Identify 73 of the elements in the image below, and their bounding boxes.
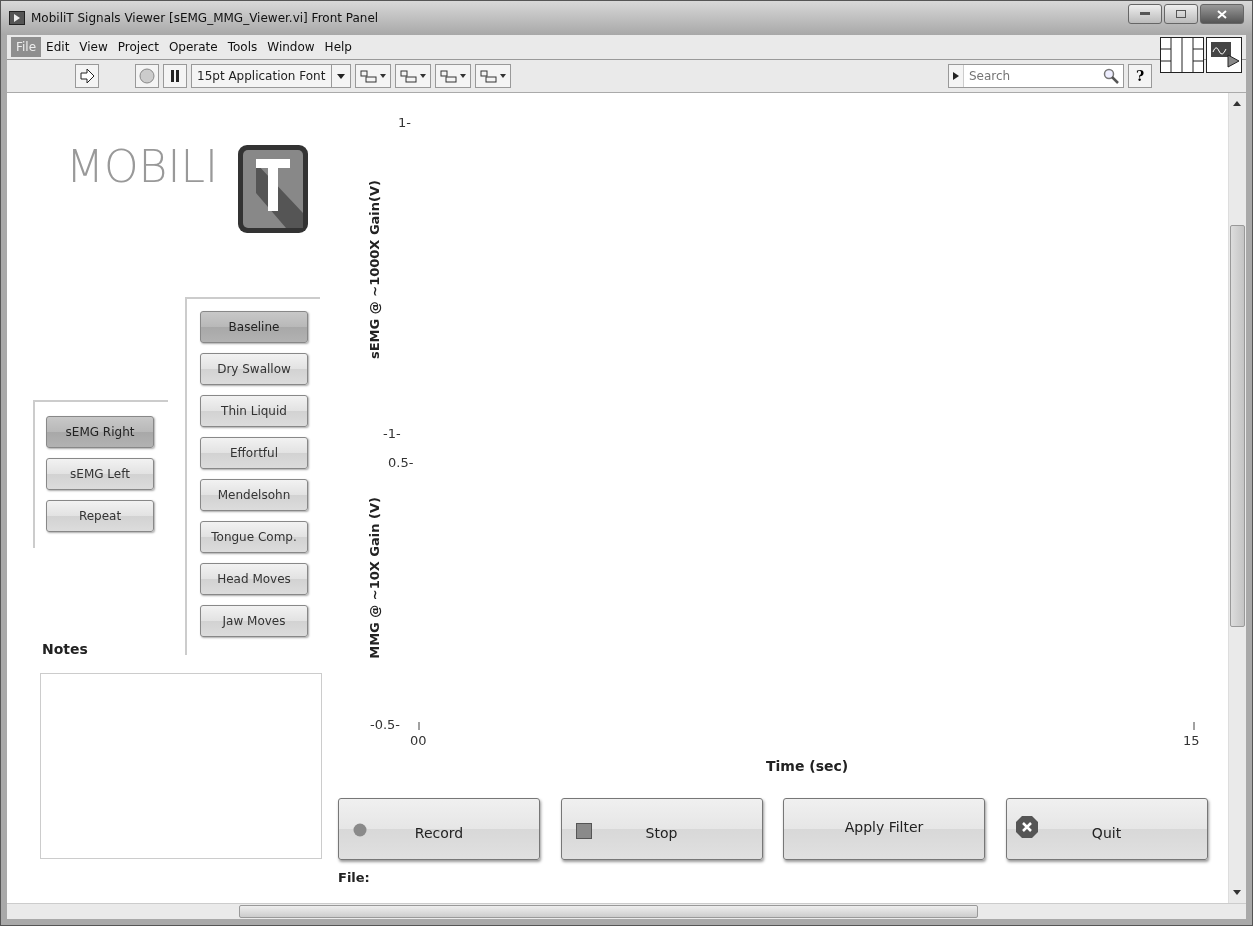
quit-button[interactable]: Quit xyxy=(1005,798,1208,860)
menu-item[interactable]: Operate xyxy=(163,37,223,57)
tick-label: -1- xyxy=(383,426,401,441)
search-field[interactable]: Search xyxy=(948,64,1124,88)
caret-icon xyxy=(337,73,346,79)
axis-label: Time (sec) xyxy=(766,758,849,774)
tick-label: 00 xyxy=(410,733,427,748)
task-button[interactable]: Jaw Moves xyxy=(200,605,308,637)
action-button[interactable]: Apply Filter xyxy=(783,798,985,860)
app-icon xyxy=(9,11,25,25)
record-icon xyxy=(353,823,367,837)
font-dropdown[interactable]: 15pt Application Font xyxy=(191,64,352,88)
tick-mark xyxy=(418,722,422,730)
notes-field[interactable] xyxy=(40,673,322,859)
toolbar-icon xyxy=(398,68,429,84)
reorder-button[interactable] xyxy=(475,64,512,88)
close-icon xyxy=(1014,815,1039,839)
tick-label: 1- xyxy=(398,115,411,130)
file-label: File: xyxy=(338,870,370,885)
tick-label: 15 xyxy=(1183,733,1200,748)
vi-icon[interactable] xyxy=(1206,37,1242,73)
task-button[interactable]: Baseline xyxy=(200,311,308,343)
channel-button[interactable]: sEMG Right xyxy=(46,416,154,448)
logo-icon xyxy=(236,143,310,235)
action-button[interactable]: Record xyxy=(338,798,540,860)
axis-label: MMG @ ~10X Gain (V) xyxy=(367,497,383,659)
scroll-up-icon[interactable] xyxy=(1233,101,1241,106)
menu-item[interactable]: View xyxy=(74,37,113,57)
arrow-icon xyxy=(79,68,95,84)
task-button[interactable]: Mendelsohn xyxy=(200,479,308,511)
menu-item[interactable]: Window xyxy=(262,37,320,57)
circle-icon xyxy=(139,68,155,84)
maximize-button[interactable] xyxy=(1164,4,1198,24)
scroll-down-icon[interactable] xyxy=(1233,890,1241,895)
logo-text: MOBILI xyxy=(66,141,218,192)
menu-item[interactable]: Edit xyxy=(41,37,75,57)
minimize-button[interactable] xyxy=(1128,4,1162,24)
tick-label: -0.5- xyxy=(370,717,401,732)
task-button[interactable]: Thin Liquid xyxy=(200,395,308,427)
menu-item[interactable]: Tools xyxy=(222,37,263,57)
help-button[interactable]: ? xyxy=(1128,64,1152,88)
close-icon xyxy=(1217,9,1227,19)
task-button[interactable]: Tongue Comp. xyxy=(200,521,308,553)
channel-button[interactable]: sEMG Left xyxy=(46,458,154,490)
toolbar-icon xyxy=(358,68,389,84)
stop-icon xyxy=(575,823,592,839)
menu-item[interactable]: Project xyxy=(112,37,164,57)
channel-button[interactable]: Repeat xyxy=(46,500,154,532)
task-button[interactable]: Effortful xyxy=(200,437,308,469)
menu-item[interactable]: Help xyxy=(319,37,357,57)
search-icon xyxy=(1103,68,1119,84)
align-button[interactable] xyxy=(355,64,392,88)
triangle-icon xyxy=(953,72,959,80)
run-button[interactable] xyxy=(75,64,99,88)
tick-mark xyxy=(1193,722,1197,730)
pause-icon xyxy=(169,69,181,83)
window-title: MobiliT Signals Viewer [sEMG_MMG_Viewer.vi] Front Panel xyxy=(31,11,379,25)
notes-label: Notes xyxy=(42,641,88,657)
tick-label: 0.5- xyxy=(388,455,414,470)
distribute-button[interactable] xyxy=(395,64,432,88)
connector-pane-icon[interactable] xyxy=(1160,37,1204,73)
action-button[interactable]: Stop xyxy=(560,798,763,860)
pause-button[interactable] xyxy=(163,64,187,88)
minimize-icon xyxy=(1140,12,1150,16)
maximize-icon xyxy=(1176,10,1186,18)
task-button[interactable]: Head Moves xyxy=(200,563,308,595)
toolbar-icon xyxy=(478,68,509,84)
close-button[interactable] xyxy=(1200,4,1244,24)
axis-label: sEMG @ ~1000X Gain(V) xyxy=(367,180,383,359)
search-options-button[interactable] xyxy=(949,65,964,87)
resize-button[interactable] xyxy=(435,64,472,88)
task-button[interactable]: Dry Swallow xyxy=(200,353,308,385)
toolbar-icon xyxy=(438,68,469,84)
